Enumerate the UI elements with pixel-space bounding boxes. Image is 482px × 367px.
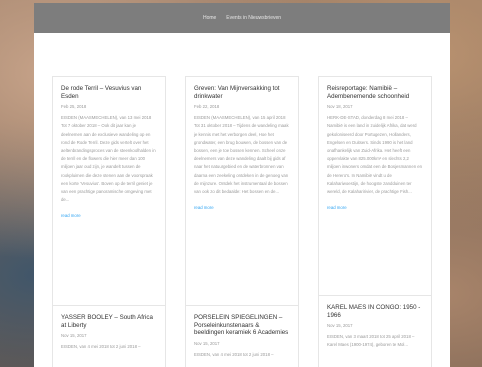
read-more-link[interactable]: read more bbox=[194, 205, 214, 210]
post-excerpt: EISDEN (MAASMECHELEN), van 15 april 2018… bbox=[194, 115, 289, 195]
post-card: YASSER BOOLEY – South Africa at Liberty … bbox=[52, 305, 166, 367]
post-date: Nov 15, 2017 bbox=[327, 323, 353, 329]
post-excerpt: EISDEN (MAASMECHELEN), van 13 mei 2018 T… bbox=[61, 115, 156, 203]
post-date: Nov 15, 2017 bbox=[61, 333, 87, 339]
nav-link-home[interactable]: Home bbox=[203, 15, 216, 21]
read-more-link[interactable]: read more bbox=[61, 213, 81, 218]
nav-link-events[interactable]: Events in Nieuwsbrieven bbox=[226, 15, 281, 21]
post-date: Nov 15, 2017 bbox=[194, 340, 220, 346]
post-excerpt: EISDEN, van 4 mei 2018 tot 2 juni 2018 – bbox=[61, 344, 141, 350]
post-title[interactable]: YASSER BOOLEY – South Africa at Liberty bbox=[61, 314, 157, 329]
top-navigation-bar: Home Events in Nieuwsbrieven bbox=[34, 3, 450, 33]
post-card: KAREL MAES IN CONGO: 1950 - 1966 Nov 15,… bbox=[318, 295, 432, 367]
post-title[interactable]: Greven: Van Mijnversakking tot drinkwate… bbox=[194, 85, 290, 100]
post-excerpt: HERK-DE-STAD, donderdag 8 mei 2018 – Nam… bbox=[327, 115, 423, 195]
read-more-link[interactable]: read more bbox=[327, 205, 347, 210]
post-card: De rode Terril – Vesuvius van Esden Feb … bbox=[52, 76, 166, 306]
post-title[interactable]: De rode Terril – Vesuvius van Esden bbox=[61, 85, 157, 100]
blog-content-area: De rode Terril – Vesuvius van Esden Feb … bbox=[34, 33, 450, 367]
post-date: Feb 22, 2018 bbox=[194, 104, 220, 110]
post-date: Feb 25, 2018 bbox=[61, 104, 87, 110]
post-excerpt: EISDEN, van 4 mei 2018 tot 2 juni 2018 – bbox=[194, 351, 274, 357]
post-title[interactable]: PORSELEIN SPIEGELINGEN – Porseleinkunste… bbox=[194, 314, 290, 337]
post-card: PORSELEIN SPIEGELINGEN – Porseleinkunste… bbox=[185, 305, 299, 367]
post-card: Reisreportage: Namibië – Adembenemende s… bbox=[318, 76, 432, 306]
post-date: Nov 18, 2017 bbox=[327, 104, 353, 110]
post-card: Greven: Van Mijnversakking tot drinkwate… bbox=[185, 76, 299, 306]
post-title[interactable]: Reisreportage: Namibië – Adembenemende s… bbox=[327, 85, 423, 100]
post-excerpt: EISDEN, van 3 maart 2018 tot 25 april 20… bbox=[327, 334, 415, 348]
post-title[interactable]: KAREL MAES IN CONGO: 1950 - 1966 bbox=[327, 304, 423, 319]
